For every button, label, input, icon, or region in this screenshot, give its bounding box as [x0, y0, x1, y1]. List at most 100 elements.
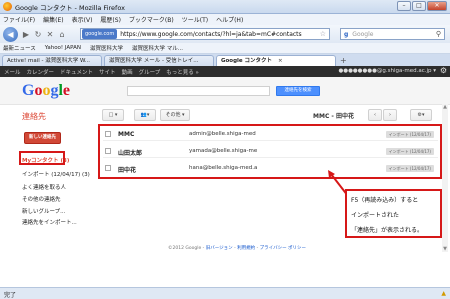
bookmark-item[interactable]: 滋賀医科大学: [90, 44, 123, 52]
gbar-documents[interactable]: ドキュメント: [60, 68, 93, 76]
annotation-callout: F5（再読み込み）すると インポートされた 「連絡先」が表示される。: [345, 189, 442, 238]
contact-name[interactable]: 田中花: [118, 165, 136, 174]
maximize-button[interactable]: □: [412, 1, 426, 11]
window-title: Google コンタクト - Mozilla Firefox: [15, 4, 125, 12]
scroll-down-icon[interactable]: ▼: [442, 246, 448, 252]
menu-bookmarks[interactable]: ブックマーク(B): [129, 15, 174, 24]
sidebar-item-import-contacts[interactable]: 連絡先をインポート...: [22, 218, 77, 226]
table-row[interactable]: 山田太郎 yamada@belle.shiga-me インポート (12/04/…: [103, 145, 438, 158]
google-logo[interactable]: Google: [22, 82, 70, 100]
table-row[interactable]: 田中花 hana@belle.shiga-med.a インポート (12/04/…: [103, 162, 438, 175]
tab-label: 滋賀医科大学 メール - 受信トレイ...: [109, 58, 199, 64]
row-checkbox[interactable]: [105, 148, 111, 154]
contacts-toolbar: □ ▾ 👥▾ その他 ▾ MMC - 田中花 ‹ › ⚙▾: [98, 108, 443, 122]
search-contacts-button[interactable]: 連絡先を検索: [276, 86, 320, 96]
gbar-mail[interactable]: メール: [4, 68, 21, 76]
tab-google-contacts[interactable]: Google コンタクト ×: [216, 55, 336, 66]
tab-label: Active! mail - 滋賀医科大学 W...: [7, 58, 91, 64]
vertical-scrollbar[interactable]: ▲ ▼: [442, 104, 448, 252]
sidebar-item-frequent[interactable]: よく連絡を取る人: [22, 183, 66, 191]
scroll-up-icon[interactable]: ▲: [442, 104, 448, 110]
table-row[interactable]: MMC admin@belle.shiga-med インポート (12/04/1…: [103, 128, 438, 141]
search-icon[interactable]: ⚲: [436, 30, 441, 38]
new-contact-button[interactable]: 新しい連絡先: [24, 132, 61, 144]
menu-bar: ファイル(F) 編集(E) 表示(V) 履歴(S) ブックマーク(B) ツール(…: [0, 14, 450, 25]
row-checkbox[interactable]: [105, 131, 111, 137]
contacts-search-input[interactable]: [127, 86, 270, 96]
stop-button[interactable]: ✕: [46, 30, 54, 39]
current-contact-label: MMC - 田中花: [313, 113, 355, 120]
gbar-video[interactable]: 動画: [122, 68, 133, 76]
window-titlebar: Google コンタクト - Mozilla Firefox – □ ✕: [0, 0, 450, 14]
contact-email: hana@belle.shiga-med.a: [189, 165, 258, 171]
forward-button[interactable]: ▶: [22, 30, 30, 39]
menu-tools[interactable]: ツール(T): [182, 15, 208, 24]
bookmarks-toolbar: 最新ニュース Yahoo! JAPAN 滋賀医科大学 滋賀医科大学 マル...: [0, 43, 450, 54]
browser-search-box[interactable]: g Google ⚲: [340, 28, 445, 40]
bookmark-star-icon[interactable]: ☆: [320, 30, 326, 38]
settings-button[interactable]: ⚙▾: [410, 109, 432, 121]
menu-history[interactable]: 履歴(S): [100, 15, 121, 24]
bookmark-item[interactable]: 最新ニュース: [3, 44, 36, 52]
google-bar: メール カレンダー ドキュメント サイト 動画 グループ もっと見る » ●●●…: [0, 66, 450, 77]
close-button[interactable]: ✕: [427, 1, 447, 11]
group-tag: インポート (12/04/17): [385, 165, 434, 172]
sidebar-item-other[interactable]: その他の連絡先: [22, 195, 61, 203]
contact-email: yamada@belle.shiga-me: [189, 148, 258, 154]
sidebar-item-new-group[interactable]: 新しいグループ...: [22, 207, 65, 215]
reload-button[interactable]: ↻: [34, 30, 42, 39]
contact-name[interactable]: MMC: [118, 131, 134, 138]
group-dropdown-button[interactable]: 👥▾: [134, 109, 156, 121]
contact-name[interactable]: 山田太郎: [118, 148, 142, 157]
callout-line: 「連絡先」が表示される。: [351, 227, 424, 234]
terms-link[interactable]: 利用規約: [237, 246, 255, 251]
privacy-link[interactable]: プライバシー ポリシー: [260, 246, 306, 251]
group-tag: インポート (12/04/17): [385, 148, 434, 155]
url-bar[interactable]: google.com https://www.google.com/contac…: [80, 28, 330, 40]
tab-univ-mail[interactable]: 滋賀医科大学 メール - 受信トレイ...: [104, 55, 214, 66]
site-identity-badge[interactable]: google.com: [82, 29, 118, 39]
prev-button[interactable]: ‹: [368, 109, 382, 121]
bookmark-item[interactable]: 滋賀医科大学 マル...: [132, 44, 183, 52]
gbar-sites[interactable]: サイト: [99, 68, 116, 76]
menu-edit[interactable]: 編集(E): [43, 15, 63, 24]
callout-line: インポートされた: [351, 212, 400, 219]
close-tab-icon[interactable]: ×: [278, 58, 283, 64]
back-button[interactable]: ◀: [3, 26, 18, 42]
url-text[interactable]: https://www.google.com/contacts/?hl=ja&t…: [117, 31, 301, 38]
page-title: 連絡先: [22, 112, 46, 121]
more-dropdown-button[interactable]: その他 ▾: [160, 109, 190, 121]
old-version-link[interactable]: 旧バージョン: [206, 246, 233, 251]
gbar-groups[interactable]: グループ: [139, 68, 161, 76]
bookmark-item[interactable]: Yahoo! JAPAN: [45, 45, 81, 51]
search-placeholder[interactable]: Google: [352, 31, 373, 38]
window-controls: – □ ✕: [397, 1, 447, 12]
tab-active-mail[interactable]: Active! mail - 滋賀医科大学 W...: [2, 55, 102, 66]
account-menu[interactable]: ●●●●●●●●@g.shiga-med.ac.jp ▾: [338, 68, 436, 74]
google-header: Google 連絡先を検索: [0, 77, 450, 105]
select-dropdown-button[interactable]: □ ▾: [102, 109, 124, 121]
menu-view[interactable]: 表示(V): [72, 15, 93, 24]
gear-icon[interactable]: ⚙: [440, 66, 447, 75]
contact-email: admin@belle.shiga-med: [189, 131, 256, 137]
search-engine-icon[interactable]: g: [344, 31, 348, 38]
tab-label: Google コンタクト: [221, 58, 273, 64]
group-tag: インポート (12/04/17): [385, 131, 434, 138]
menu-file[interactable]: ファイル(F): [3, 15, 35, 24]
status-bar: 完了 ▲: [0, 287, 450, 299]
contact-list: MMC admin@belle.shiga-med インポート (12/04/1…: [98, 124, 442, 179]
menu-help[interactable]: ヘルプ(H): [216, 15, 243, 24]
tab-strip: Active! mail - 滋賀医科大学 W... 滋賀医科大学 メール - …: [0, 54, 450, 66]
new-tab-button[interactable]: +: [340, 55, 347, 66]
gbar-more[interactable]: もっと見る »: [166, 68, 199, 76]
home-button[interactable]: ⌂: [58, 30, 66, 39]
minimize-button[interactable]: –: [397, 1, 411, 11]
firefox-icon: [3, 2, 12, 11]
status-text: 完了: [4, 292, 17, 299]
next-button[interactable]: ›: [383, 109, 397, 121]
addon-icon[interactable]: ▲: [441, 290, 446, 297]
sidebar-item-import[interactable]: インポート (12/04/17) (3): [22, 170, 90, 178]
copyright: ©2012 Google -: [168, 246, 206, 251]
gbar-calendar[interactable]: カレンダー: [27, 68, 55, 76]
row-checkbox[interactable]: [105, 165, 111, 171]
